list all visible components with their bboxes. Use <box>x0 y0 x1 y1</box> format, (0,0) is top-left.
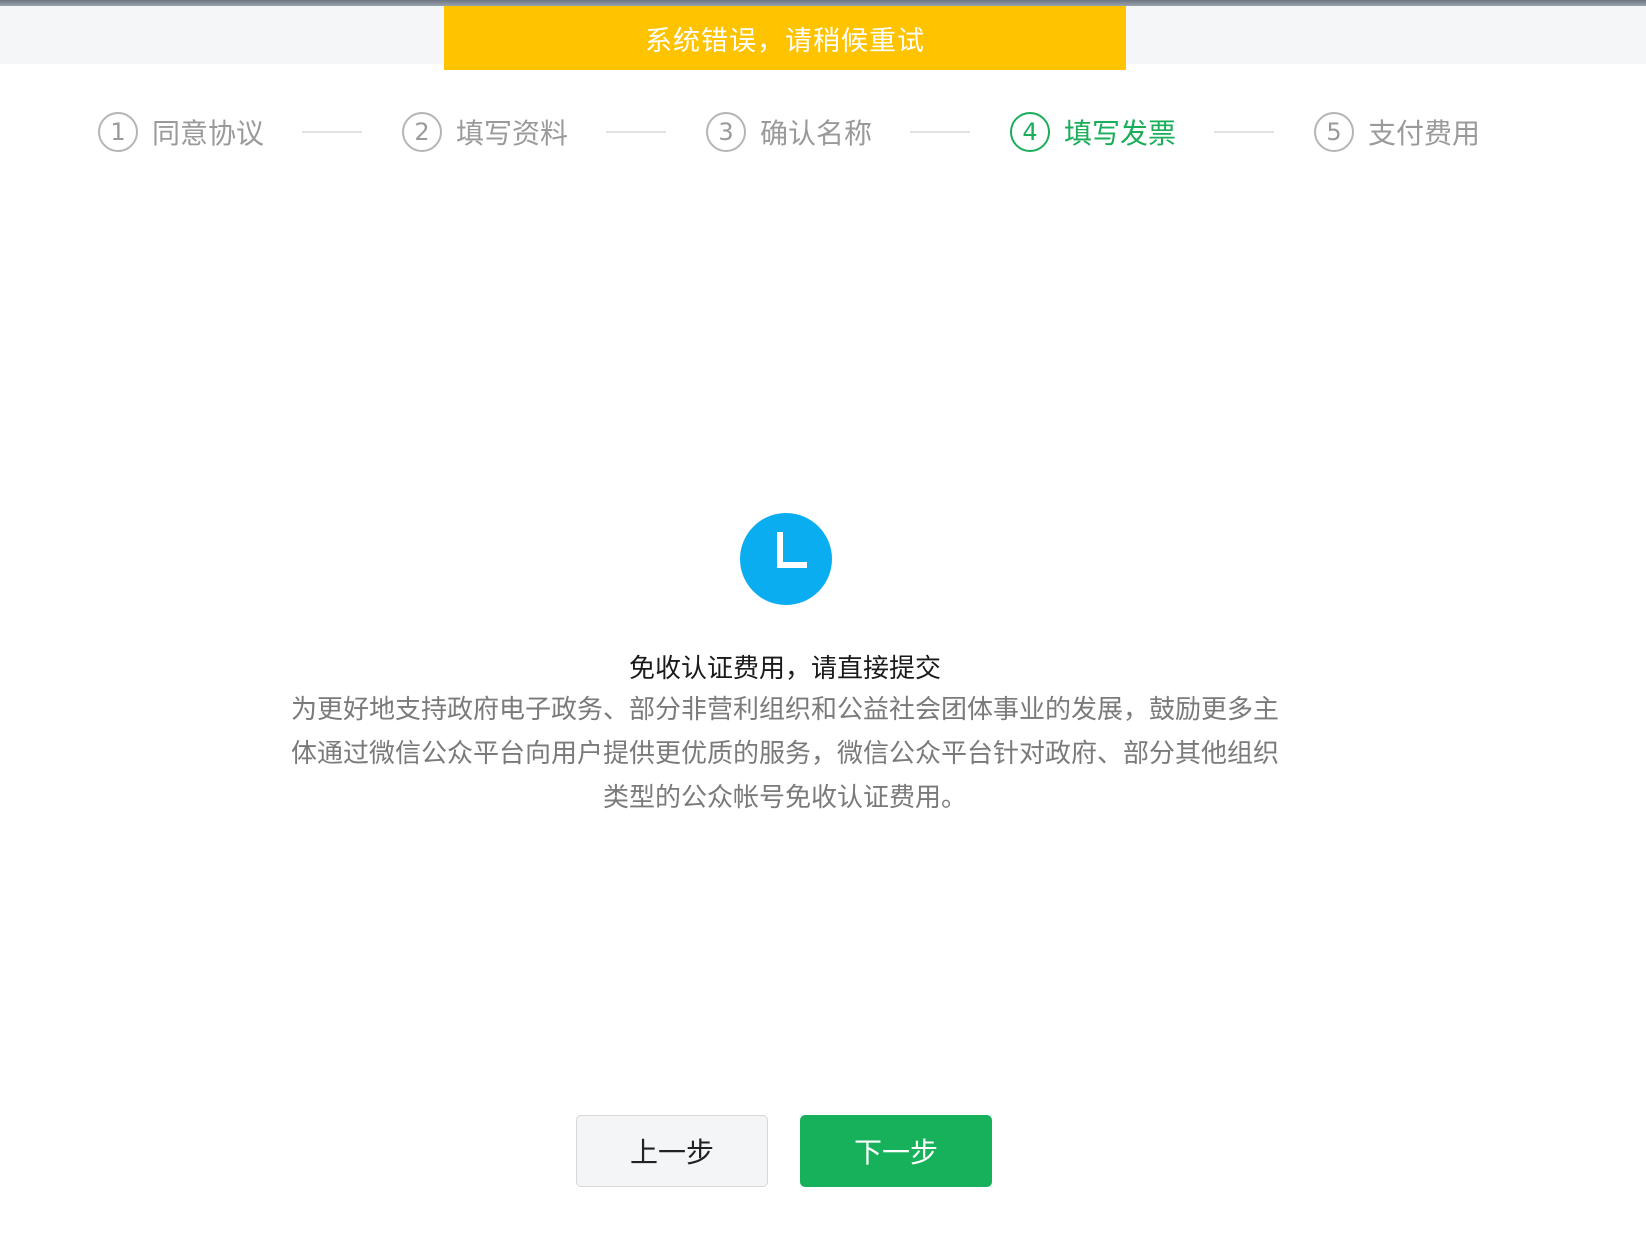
step-2-label: 填写资料 <box>456 117 569 150</box>
step-connector <box>302 131 362 133</box>
step-3: 3 确认名称 <box>706 108 872 156</box>
step-4: 4 填写发票 <box>1010 108 1176 156</box>
step-connector <box>1214 131 1274 133</box>
step-1-label: 同意协议 <box>152 117 265 150</box>
step-5: 5 支付费用 <box>1314 108 1480 156</box>
previous-step-button[interactable]: 上一步 <box>576 1115 768 1187</box>
next-step-label: 下一步 <box>853 1136 938 1169</box>
error-toast: 系统错误，请稍候重试 <box>444 6 1126 70</box>
step-2: 2 填写资料 <box>402 108 568 156</box>
step-5-label: 支付费用 <box>1368 117 1481 150</box>
step-1-number: 1 <box>98 112 138 152</box>
step-2-number: 2 <box>402 112 442 152</box>
step-progress: 1 同意协议 2 填写资料 3 确认名称 4 填写发票 5 支付费用 <box>0 108 1646 156</box>
next-step-button[interactable]: 下一步 <box>800 1115 992 1187</box>
step-1: 1 同意协议 <box>98 108 264 156</box>
previous-step-label: 上一步 <box>629 1136 714 1169</box>
clock-icon <box>740 513 832 605</box>
step-3-label: 确认名称 <box>760 117 873 150</box>
step-5-number: 5 <box>1314 112 1354 152</box>
error-toast-message: 系统错误，请稍候重试 <box>645 25 925 57</box>
step-connector <box>606 131 666 133</box>
step-connector <box>910 131 970 133</box>
status-description: 为更好地支持政府电子政务、部分非营利组织和公益社会团体事业的发展，鼓励更多主体通… <box>290 695 1279 813</box>
step-4-label: 填写发票 <box>1064 117 1177 150</box>
step-3-number: 3 <box>706 112 746 152</box>
status-title: 免收认证费用，请直接提交 <box>628 654 941 684</box>
step-4-number: 4 <box>1010 112 1050 152</box>
